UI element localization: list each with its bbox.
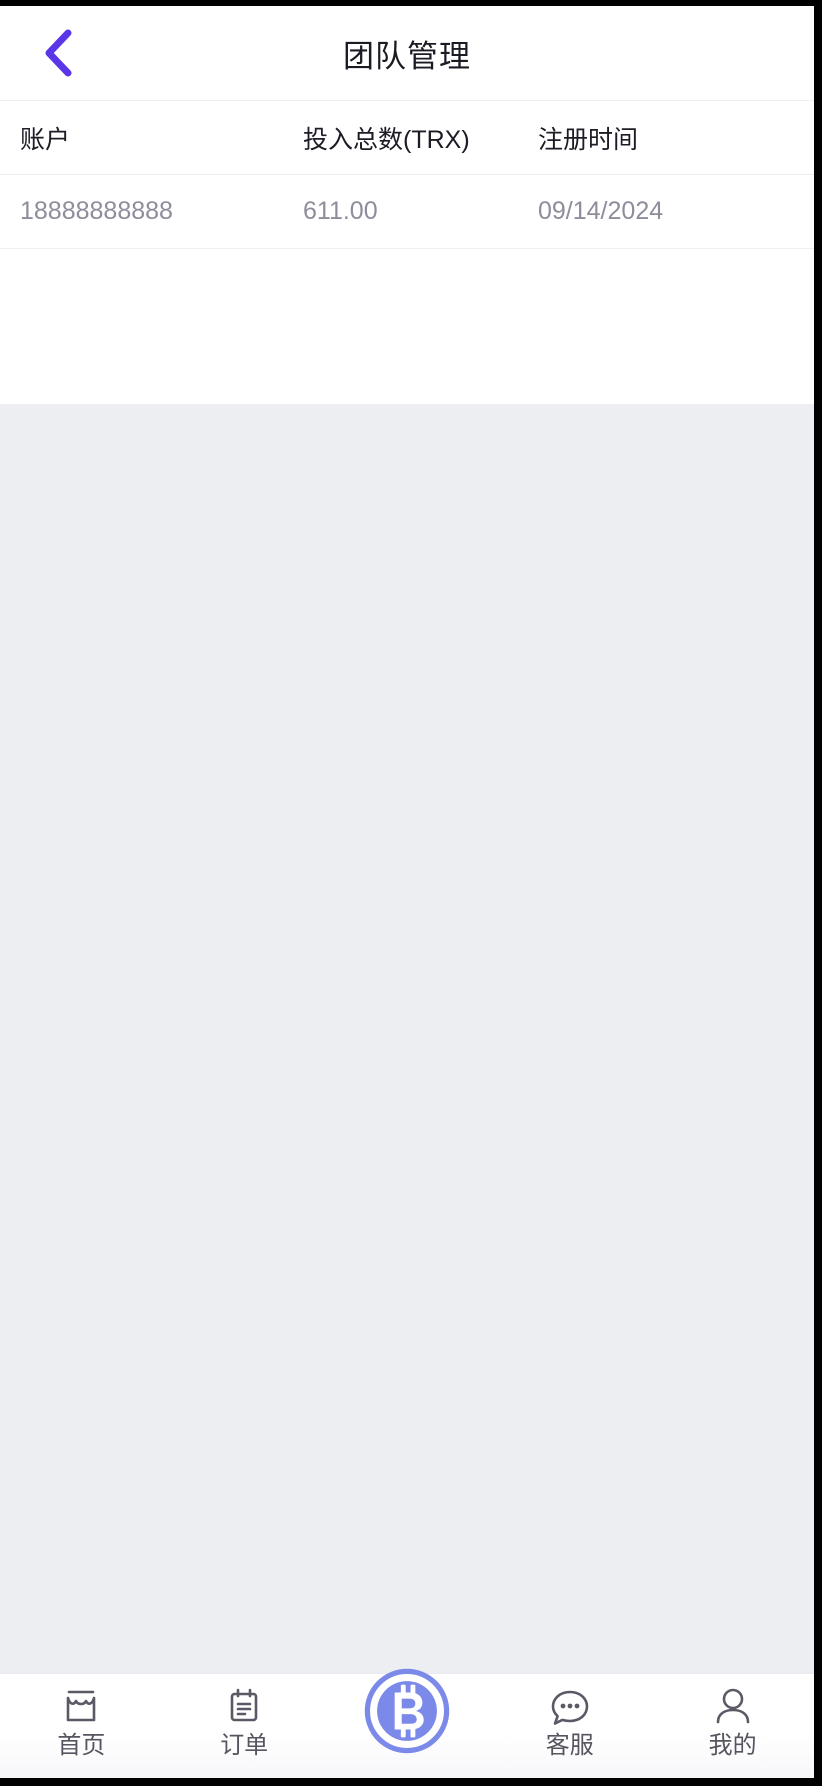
cell-register-time: 09/14/2024 <box>538 197 664 225</box>
storefront-icon <box>61 1684 101 1728</box>
person-icon <box>713 1684 753 1728</box>
chevron-left-icon <box>41 28 75 78</box>
home-indicator <box>0 1778 822 1786</box>
tab-bitcoin[interactable] <box>326 1668 489 1780</box>
app-viewport: 团队管理 账户 投入总数(TRX) 注册时间 18888888888 611.0… <box>0 6 814 1780</box>
tab-home[interactable]: 首页 <box>0 1674 163 1780</box>
tab-support-label: 客服 <box>545 1732 594 1759</box>
column-header-register-time: 注册时间 <box>538 125 639 154</box>
column-header-total-invested: 投入总数(TRX) <box>303 125 470 154</box>
nav-header: 团队管理 <box>0 6 814 101</box>
tab-profile-label: 我的 <box>708 1732 757 1759</box>
clipboard-icon <box>224 1684 264 1728</box>
bottom-tab-bar: 首页 订单 客服 我的 <box>0 1668 814 1780</box>
tab-home-label: 首页 <box>57 1732 106 1759</box>
tab-profile[interactable]: 我的 <box>651 1674 814 1780</box>
cell-account: 18888888888 <box>20 197 173 225</box>
table-empty-space <box>0 249 814 404</box>
table-header-row: 账户 投入总数(TRX) 注册时间 <box>0 101 814 175</box>
table-row[interactable]: 18888888888 611.00 09/14/2024 <box>0 175 814 249</box>
cell-total-invested: 611.00 <box>303 197 378 225</box>
team-table: 账户 投入总数(TRX) 注册时间 18888888888 611.00 09/… <box>0 101 814 404</box>
tab-support[interactable]: 客服 <box>488 1674 651 1780</box>
column-header-account: 账户 <box>20 125 71 154</box>
tab-orders-label: 订单 <box>220 1732 269 1759</box>
chat-bubble-icon <box>549 1684 591 1728</box>
page-title: 团队管理 <box>343 38 471 74</box>
bitcoin-icon <box>363 1668 451 1754</box>
phone-frame: 团队管理 账户 投入总数(TRX) 注册时间 18888888888 611.0… <box>0 0 822 1786</box>
back-button[interactable] <box>30 25 86 81</box>
tab-orders[interactable]: 订单 <box>163 1674 326 1780</box>
content-background <box>0 404 814 1673</box>
